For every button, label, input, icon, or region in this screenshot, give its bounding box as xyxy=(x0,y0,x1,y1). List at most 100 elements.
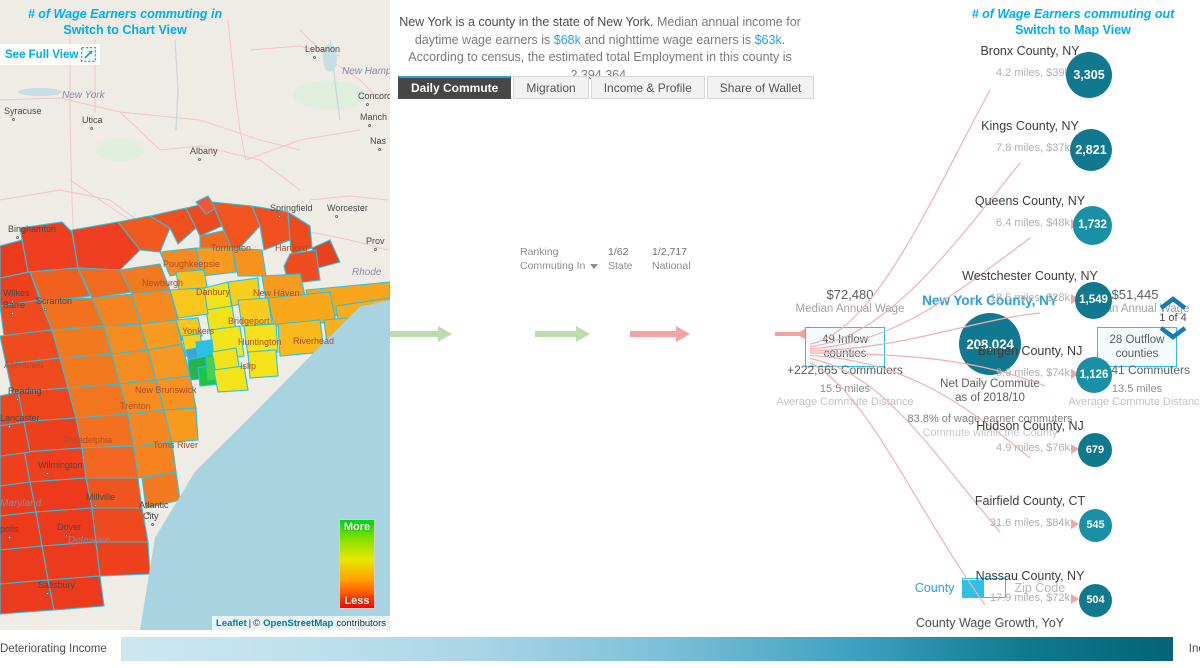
map-city-dot xyxy=(16,236,19,239)
tab-share-of-wallet[interactable]: Share of Wallet xyxy=(706,76,815,99)
outflow-county-name: Bergen County, NJ xyxy=(977,344,1083,358)
leaflet-link[interactable]: Leaflet xyxy=(216,618,247,629)
switch-to-map-view-link[interactable]: Switch to Map View xyxy=(948,22,1198,38)
map-city-dot xyxy=(8,536,11,539)
map-city-dot xyxy=(44,308,47,311)
daytime-income-value: $68k xyxy=(553,32,581,47)
outflow-distance-wage: 9.9 miles, $74k xyxy=(996,367,1070,379)
map-city-dot xyxy=(198,158,201,161)
tab-migration[interactable]: Migration xyxy=(513,76,589,99)
arrow-right-icon xyxy=(1071,594,1079,604)
outflow-county-name: Queens County, NY xyxy=(974,194,1086,208)
outflow-county-name: Hudson County, NJ xyxy=(976,419,1084,433)
outflow-county-name: Bronx County, NY xyxy=(980,44,1080,58)
map-city-dot xyxy=(278,215,281,218)
intro-part-3: and nighttime wage earners is xyxy=(580,32,755,47)
outflow-row[interactable]: Bergen County, NJ 9.9 miles, $74k 1,126 xyxy=(810,344,1200,406)
nighttime-income-value: $63k xyxy=(754,32,782,47)
legend-top-label: More xyxy=(343,521,371,533)
map-city-dot xyxy=(313,56,316,59)
map-panel[interactable]: New York Syracuse Utica Albany Binghamton Leb… xyxy=(0,0,390,630)
increasing-income-label: Increasing Income xyxy=(1188,643,1200,655)
map-city-dot xyxy=(12,118,15,121)
ranking-national-value: 1/2,717 xyxy=(652,246,688,258)
commuting-in-title: # of Wage Earners commuting in xyxy=(27,7,223,21)
outflow-value-bubble[interactable]: 545 xyxy=(1079,508,1112,542)
outflow-county-name: Kings County, NY xyxy=(981,119,1079,133)
map-city-dot xyxy=(366,103,369,106)
chevron-up-icon[interactable] xyxy=(1158,296,1188,311)
map-city-dot xyxy=(374,248,377,251)
ranking-state-value: 1/62 xyxy=(608,246,629,258)
outflow-pager: 1 of 4 xyxy=(1152,296,1194,340)
map-city-dot xyxy=(46,472,49,475)
outflow-value-bubble[interactable]: 504 xyxy=(1079,583,1112,617)
outflow-row[interactable]: Fairfield County, CT 31.6 miles, $84k 545 xyxy=(810,494,1200,556)
outflow-value-bubble[interactable]: 2,821 xyxy=(1070,129,1112,171)
outflow-value-bubble[interactable]: 679 xyxy=(1078,433,1112,467)
commuting-out-title: # of Wage Earners commuting out xyxy=(971,7,1175,21)
ranking-state-label: State xyxy=(608,260,633,272)
attrib-suffix: contributors xyxy=(336,617,386,629)
outflow-row[interactable]: Queens County, NY 6.4 miles, $48k 1,732 xyxy=(810,194,1200,256)
outflow-value-bubble[interactable]: 1,732 xyxy=(1073,205,1112,245)
map-city-dot xyxy=(11,312,14,315)
outflow-value-bubble[interactable]: 3,305 xyxy=(1066,52,1112,98)
outflow-row[interactable]: Nassau County, NY 17.9 miles, $72k 504 xyxy=(810,569,1200,631)
outflow-county-name: Fairfield County, CT xyxy=(974,494,1086,508)
chevron-down-icon[interactable] xyxy=(1158,325,1188,340)
openstreetmap-link[interactable]: OpenStreetMap xyxy=(263,618,333,629)
see-full-view-button[interactable]: See Full View xyxy=(0,44,101,65)
map-city-dot xyxy=(94,504,97,507)
map-city-dot xyxy=(65,534,68,537)
ranking-metric-dropdown[interactable]: Commuting In xyxy=(520,260,608,272)
tab-income-profile[interactable]: Income & Profile xyxy=(590,76,705,99)
county-intro-text: New York is a county in the state of New… xyxy=(398,14,802,84)
outflow-distance-wage: 31.6 miles, $84k xyxy=(989,517,1070,529)
attrib-separator: | xyxy=(248,617,252,629)
see-full-view-label: See Full View xyxy=(5,48,79,61)
map-city-dot xyxy=(151,523,154,526)
outflow-county-name: Nassau County, NY xyxy=(975,569,1085,583)
map-city-dot xyxy=(335,215,338,218)
right-column-header: # of Wage Earners commuting out Switch t… xyxy=(948,6,1198,38)
outflow-distance-wage: 18.5 miles, $28k xyxy=(989,292,1070,304)
outflow-distance-wage: 17.9 miles, $72k xyxy=(989,592,1070,604)
outflow-distance-wage: 6.4 miles, $48k xyxy=(996,217,1070,229)
expand-arrow-icon xyxy=(81,47,97,62)
left-column-header: # of Wage Earners commuting in Switch to… xyxy=(0,6,250,38)
outflow-distance-wage: 4.9 miles, $76k xyxy=(996,442,1070,454)
outflow-row[interactable]: Kings County, NY 7.8 miles, $37k 2,821 xyxy=(810,119,1200,181)
pager-count: 1 of 4 xyxy=(1159,312,1187,324)
right-panel: Bronx County, NY 4.2 miles, $39k 3,305 King… xyxy=(810,0,1200,630)
map-city-dot xyxy=(11,300,14,303)
chevron-down-icon[interactable] xyxy=(590,263,599,269)
copyright-symbol: © xyxy=(253,617,261,629)
switch-to-chart-view-link[interactable]: Switch to Chart View xyxy=(0,22,250,38)
outflow-row[interactable]: Bronx County, NY 4.2 miles, $39k 3,305 xyxy=(810,44,1200,106)
map-city-dot xyxy=(368,124,371,127)
intro-part-1: New York is a county in the state of New… xyxy=(399,15,654,29)
outflow-distance-wage: 4.2 miles, $39k xyxy=(996,67,1070,79)
income-gradient-bar: Deteriorating Income Increasing Income xyxy=(0,630,1200,668)
tab-daily-commute[interactable]: Daily Commute xyxy=(398,76,512,99)
ranking-metric-label: Commuting In xyxy=(520,260,586,272)
legend-bottom-label: Less xyxy=(344,595,370,607)
ranking-label: Ranking xyxy=(520,246,559,258)
arrow-right-icon xyxy=(1071,519,1079,529)
outflow-row[interactable]: Hudson County, NJ 4.9 miles, $76k 679 xyxy=(810,419,1200,481)
gradient-bar xyxy=(120,637,1173,661)
center-panel: New York is a county in the state of New… xyxy=(390,0,1200,630)
ranking-national-label: National xyxy=(652,260,691,272)
outflow-distance-wage: 7.8 miles, $37k xyxy=(996,142,1070,154)
map-city-dot xyxy=(46,592,49,595)
outflow-value-bubble[interactable]: 1,126 xyxy=(1076,357,1112,393)
map-attribution: Leaflet | © OpenStreetMap contributors xyxy=(212,616,390,630)
outflow-value-bubble[interactable]: 1,549 xyxy=(1075,281,1112,319)
ranking-block: Ranking 1/62 1/2,717 Commuting In State … xyxy=(520,246,810,272)
outflow-county-name: Westchester County, NY xyxy=(962,269,1098,283)
outflow-row[interactable]: Westchester County, NY 18.5 miles, $28k 1,… xyxy=(810,269,1200,331)
map-city-dot xyxy=(8,425,11,428)
deteriorating-income-label: Deteriorating Income xyxy=(0,643,107,655)
gradient-bar-wrapper xyxy=(120,637,1173,661)
